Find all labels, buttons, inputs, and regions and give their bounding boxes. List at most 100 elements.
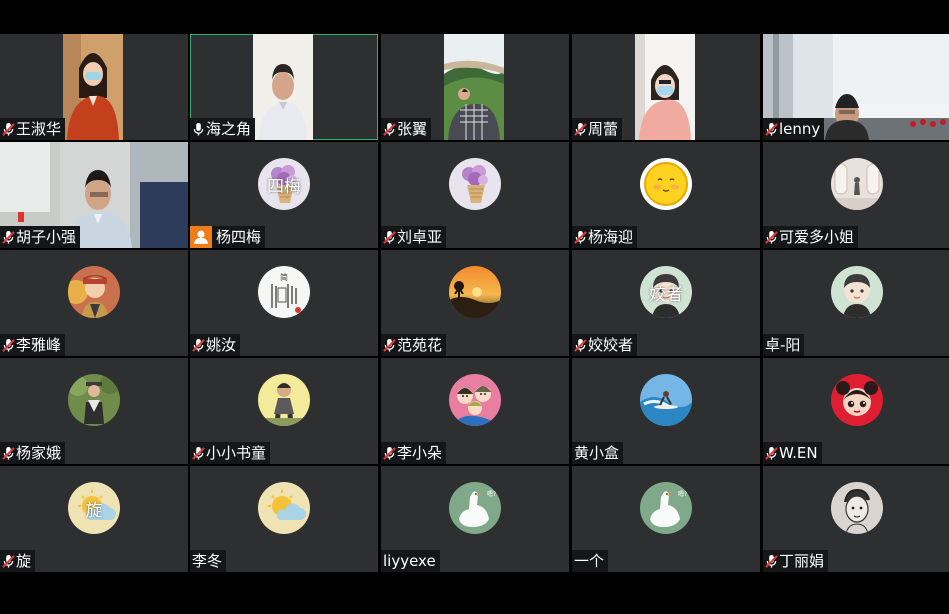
participant-tile[interactable]: 旋旋 (0, 466, 188, 572)
participant-name-tag: 张翼 (381, 118, 432, 140)
participant-tile[interactable]: W.EN (763, 358, 949, 464)
participant-grid: 王淑华 海之角 张翼 周蕾 lenny 胡子小强 四梅 杨四梅 刘卓亚 杨海迎 可爱多小姐 李雅峰简姚… (0, 34, 949, 574)
mic-muted-icon (765, 446, 779, 461)
svg-text:嗯?: 嗯? (487, 491, 496, 498)
participant-name-tag: 杨海迎 (572, 226, 638, 248)
participant-name: 黄小盒 (574, 444, 620, 462)
participant-name-tag: lenny (763, 118, 825, 140)
participant-avatar (258, 482, 310, 534)
participant-tile[interactable]: lenny (763, 34, 949, 140)
participant-name-tag: 旋 (0, 550, 36, 572)
participant-name: 姣姣者 (588, 336, 634, 354)
participant-name-tag: 王淑华 (0, 118, 66, 140)
participant-video (635, 34, 695, 140)
participant-tile[interactable]: 黄小盒 (572, 358, 760, 464)
participant-name: 刘卓亚 (397, 228, 443, 246)
participant-tile[interactable]: 李雅峰 (0, 250, 188, 356)
participant-name-tag: 李冬 (190, 550, 227, 572)
participant-avatar: 嗯? (449, 482, 501, 534)
participant-name-tag: 姚汝 (190, 334, 241, 356)
mic-muted-icon (2, 338, 16, 353)
participant-tile[interactable]: 嗯? liyyexe (381, 466, 569, 572)
participant-name-tag: 姣姣者 (572, 334, 638, 356)
mic-muted-icon (383, 230, 397, 245)
participant-name-tag: 胡子小强 (0, 226, 81, 248)
mic-muted-icon (383, 446, 397, 461)
participant-name-tag: 黄小盒 (572, 442, 624, 464)
participant-name: 胡子小强 (16, 228, 77, 246)
participant-name: 姚汝 (206, 336, 237, 354)
participant-name-tag: 卓-阳 (763, 334, 805, 356)
participant-name: 旋 (16, 552, 32, 570)
participant-tile[interactable]: 卓-阳 (763, 250, 949, 356)
participant-avatar: 旋 (68, 482, 120, 534)
participant-tile[interactable]: 小小书童 (190, 358, 378, 464)
participant-name: 海之角 (206, 120, 252, 138)
participant-video (253, 34, 313, 140)
participant-avatar (640, 158, 692, 210)
participant-name-tag: 丁丽娟 (763, 550, 829, 572)
participant-tile[interactable]: 李小朵 (381, 358, 569, 464)
participant-avatar (68, 374, 120, 426)
participant-avatar (831, 266, 883, 318)
participant-name: 李小朵 (397, 444, 443, 462)
participant-name: 一个 (574, 552, 605, 570)
participant-tile[interactable]: 胡子小强 (0, 142, 188, 248)
participant-avatar (640, 374, 692, 426)
participant-name: W.EN (779, 444, 818, 462)
participant-tile[interactable]: 张翼 (381, 34, 569, 140)
participant-tile[interactable]: 王淑华 (0, 34, 188, 140)
mic-muted-icon (192, 446, 206, 461)
participant-tile[interactable]: 可爱多小姐 (763, 142, 949, 248)
participant-tile[interactable]: 李冬 (190, 466, 378, 572)
participant-name: 李冬 (192, 552, 223, 570)
avatar-text: 四梅 (267, 176, 301, 197)
participant-name-tag: W.EN (763, 442, 822, 464)
participant-tile[interactable]: 刘卓亚 (381, 142, 569, 248)
participant-name-tag: 一个 (572, 550, 609, 572)
mic-muted-icon (574, 230, 588, 245)
participant-name: 杨海迎 (588, 228, 634, 246)
participant-tile[interactable]: 范苑花 (381, 250, 569, 356)
mic-muted-icon (765, 122, 779, 137)
participant-avatar: 四梅 (258, 158, 310, 210)
participant-tile[interactable]: 周蕾 (572, 34, 760, 140)
mic-muted-icon (574, 338, 588, 353)
participant-name-tag: 李雅峰 (0, 334, 66, 356)
participant-avatar: 简 (258, 266, 310, 318)
participant-tile[interactable]: 杨海迎 (572, 142, 760, 248)
mic-muted-icon (383, 338, 397, 353)
avatar-text: 旋 (85, 500, 103, 521)
participant-name: 杨家娥 (16, 444, 62, 462)
participant-name: 王淑华 (16, 120, 62, 138)
mic-muted-icon (765, 554, 779, 569)
participant-video (63, 34, 123, 140)
mic-muted-icon (383, 122, 397, 137)
participant-name-tag: 杨四梅 (190, 226, 266, 248)
participant-name: 可爱多小姐 (779, 228, 855, 246)
participant-avatar: 嗯? (640, 482, 692, 534)
participant-name-tag: 李小朵 (381, 442, 447, 464)
svg-text:简: 简 (280, 272, 288, 282)
participant-tile[interactable]: 海之角 (190, 34, 378, 140)
svg-text:嗯?: 嗯? (678, 491, 687, 498)
participant-video (444, 34, 504, 140)
participant-tile[interactable]: 丁丽娟 (763, 466, 949, 572)
participant-name: 杨四梅 (216, 228, 262, 246)
participant-name: 范苑花 (397, 336, 443, 354)
participant-tile[interactable]: 嗯? 一个 (572, 466, 760, 572)
participant-tile[interactable]: 四梅杨四梅 (190, 142, 378, 248)
mic-muted-icon (192, 338, 206, 353)
participant-name-tag: 小小书童 (190, 442, 271, 464)
participant-avatar (831, 482, 883, 534)
participant-tile[interactable]: 杨家娥 (0, 358, 188, 464)
participant-name-tag: 范苑花 (381, 334, 447, 356)
participant-tile[interactable]: 简姚汝 (190, 250, 378, 356)
participant-avatar (68, 266, 120, 318)
participant-tile[interactable]: 姣者姣姣者 (572, 250, 760, 356)
mic-muted-icon (2, 446, 16, 461)
participant-name: 周蕾 (588, 120, 619, 138)
avatar-text: 姣者 (649, 284, 683, 305)
mic-muted-icon (765, 230, 779, 245)
mic-muted-icon (574, 122, 588, 137)
